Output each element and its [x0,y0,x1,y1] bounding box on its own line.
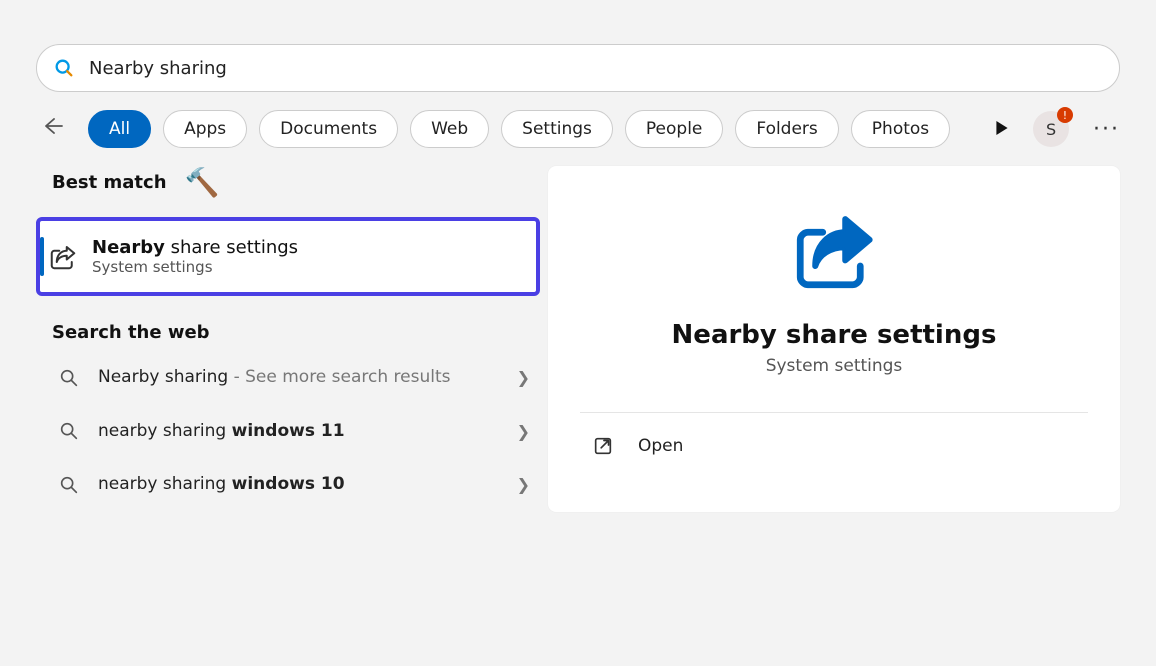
chevron-right-icon: ❯ [517,368,530,387]
preview-title: Nearby share settings [580,320,1088,350]
filter-apps[interactable]: Apps [163,110,247,148]
magnifier-icon [58,420,80,442]
web-result-text: nearby sharing windows 10 [98,472,499,498]
open-label: Open [638,436,683,456]
more-menu-icon[interactable]: ··· [1093,117,1120,142]
filter-row: All Apps Documents Web Settings People F… [36,110,1120,148]
result-title: Nearby share settings [92,237,298,258]
search-input[interactable] [89,58,1103,79]
avatar-initial: S [1046,120,1056,139]
best-match-result[interactable]: Nearby share settings System settings [36,217,540,296]
chevron-right-icon: ❯ [517,422,530,441]
search-icon [53,57,75,79]
web-result[interactable]: nearby sharing windows 10 ❯ [36,458,540,512]
share-icon-large [580,206,1088,296]
share-icon [48,242,78,272]
web-result-text: nearby sharing windows 11 [98,419,499,445]
best-match-heading: Best match [52,172,167,193]
filter-folders[interactable]: Folders [735,110,838,148]
magnifier-icon [58,367,80,389]
filter-web[interactable]: Web [410,110,489,148]
back-arrow[interactable] [36,114,68,144]
chevron-right-icon: ❯ [517,475,530,494]
web-result[interactable]: Nearby sharing - See more search results… [36,351,540,405]
preview-panel: Nearby share settings System settings Op… [548,166,1120,512]
open-external-icon [592,435,614,457]
web-result[interactable]: nearby sharing windows 11 ❯ [36,405,540,459]
filter-people[interactable]: People [625,110,723,148]
selection-accent [40,237,44,276]
hammer-icon: 🔨 [185,166,220,199]
magnifier-icon [58,474,80,496]
web-result-text: Nearby sharing - See more search results [98,365,499,391]
filter-photos[interactable]: Photos [851,110,950,148]
result-subtitle: System settings [92,258,298,276]
search-web-heading: Search the web [52,322,540,343]
filter-settings[interactable]: Settings [501,110,613,148]
open-action[interactable]: Open [580,413,1088,479]
overflow-play-icon[interactable] [995,120,1009,139]
search-bar[interactable] [36,44,1120,92]
filter-documents[interactable]: Documents [259,110,398,148]
preview-subtitle: System settings [580,356,1088,376]
user-avatar[interactable]: S ! [1033,111,1069,147]
avatar-badge: ! [1057,107,1073,123]
results-column: Best match 🔨 Nearby share settings Syste… [0,166,540,512]
filter-all[interactable]: All [88,110,151,148]
